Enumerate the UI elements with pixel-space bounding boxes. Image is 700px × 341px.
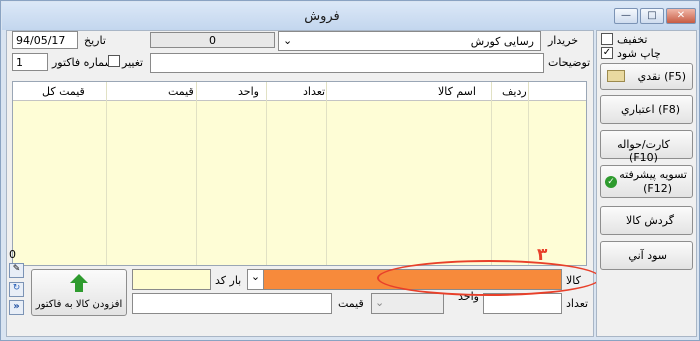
col-row: رديف	[502, 85, 527, 98]
col-goods-name: اسم کالا	[438, 85, 476, 98]
card-transfer-button[interactable]: کارت/حواله (F10)	[600, 130, 693, 164]
notes-field[interactable]	[150, 53, 544, 73]
cash-button[interactable]: نقدي (F5)	[600, 63, 693, 90]
customer-value: رسایی کورش	[470, 35, 534, 48]
credit-button[interactable]: اعتباري (F8)	[600, 95, 693, 124]
advanced-settlement-label: تسویه پیشرفته	[619, 168, 687, 181]
customer-select[interactable]: ⌄ رسایی کورش	[278, 31, 541, 51]
annotation-ellipse	[377, 260, 601, 296]
col-unit: واحد	[238, 85, 259, 98]
minimize-icon[interactable]: —	[614, 8, 638, 24]
grid-divider	[196, 82, 197, 265]
edit-icon[interactable]: ✎	[9, 263, 24, 278]
chevron-down-icon[interactable]: ⌄	[248, 270, 264, 289]
print-checkbox[interactable]: ✓	[601, 47, 613, 59]
barcode-label: بار کد	[215, 274, 242, 287]
quantity-label: تعداد	[566, 297, 589, 310]
refresh-icon[interactable]: ↻	[9, 282, 24, 297]
cash-label: نقدي (F5)	[637, 70, 686, 83]
grid-divider	[528, 82, 529, 265]
goods-turnover-button[interactable]: گردش کالا	[600, 206, 693, 235]
col-price: قيمت	[168, 85, 194, 98]
payment-panel: تخفیف ✓ چاپ شود نقدي (F5) اعتباري (F8) ک…	[596, 30, 697, 337]
next-icon[interactable]: »	[9, 300, 24, 315]
grid-divider	[491, 82, 492, 265]
print-label: چاپ شود	[617, 47, 661, 60]
arrow-up-icon	[70, 274, 88, 283]
add-to-invoice-button[interactable]: افزودن کالا به فاکتور	[31, 269, 127, 316]
close-icon[interactable]: ✕	[666, 8, 696, 24]
advanced-settlement-button[interactable]: ✓ تسویه پیشرفته (F12)	[600, 165, 693, 198]
instant-profit-label: سود آني	[628, 249, 667, 262]
check-icon: ✓	[605, 176, 617, 188]
grid-divider	[326, 82, 327, 265]
chevron-down-icon[interactable]: ⌄	[375, 296, 384, 309]
change-label: تغییر	[122, 56, 144, 69]
cash-icon	[607, 70, 625, 82]
goods-turnover-label: گردش کالا	[626, 214, 674, 227]
invoice-number-label: شماره فاکتور	[52, 56, 114, 69]
quantity-field[interactable]	[483, 293, 562, 314]
maximize-icon[interactable]: □	[640, 8, 664, 24]
invoice-number-field[interactable]: 1	[12, 53, 48, 71]
grid-divider	[106, 82, 107, 265]
window-title: فروش	[304, 9, 340, 24]
left-counter: 0	[9, 248, 16, 261]
notes-label: توضيحات	[548, 56, 591, 69]
instant-profit-button[interactable]: سود آني	[600, 241, 693, 270]
col-total-price: قيمت کل	[42, 85, 85, 98]
grid-header: قيمت کل قيمت واحد تعداد اسم کالا رديف	[13, 82, 586, 101]
price-label: قيمت	[338, 297, 364, 310]
counter-display: 0	[150, 32, 275, 48]
advanced-settlement-key: (F12)	[643, 182, 672, 195]
price-field[interactable]	[132, 293, 332, 314]
date-field[interactable]: 94/05/17	[12, 31, 78, 49]
col-quantity: تعداد	[303, 85, 326, 98]
chevron-down-icon[interactable]: ⌄	[283, 34, 292, 47]
credit-label: اعتباري (F8)	[621, 103, 680, 116]
grid-divider	[266, 82, 267, 265]
title-bar: فروش — □ ✕	[2, 2, 699, 30]
add-to-invoice-label: افزودن کالا به فاکتور	[35, 299, 123, 310]
sales-window: فروش — □ ✕ 94/05/17 تاریخ 0 ⌄ رسایی کورش…	[0, 0, 700, 341]
invoice-panel: 94/05/17 تاریخ 0 ⌄ رسایی کورش خريدار 1 ش…	[6, 30, 601, 337]
date-label: تاریخ	[84, 34, 106, 47]
arrow-up-stem	[75, 283, 83, 292]
change-checkbox[interactable]	[108, 55, 120, 67]
discount-checkbox[interactable]	[601, 33, 613, 45]
invoice-items-grid[interactable]: قيمت کل قيمت واحد تعداد اسم کالا رديف	[12, 81, 587, 266]
discount-label: تخفیف	[617, 33, 648, 46]
customer-label: خريدار	[548, 34, 579, 47]
barcode-field[interactable]	[132, 269, 211, 290]
annotation-number: ۳	[537, 245, 548, 265]
card-transfer-label: کارت/حواله (F10)	[617, 138, 670, 164]
unit-select[interactable]: ⌄	[371, 293, 444, 314]
